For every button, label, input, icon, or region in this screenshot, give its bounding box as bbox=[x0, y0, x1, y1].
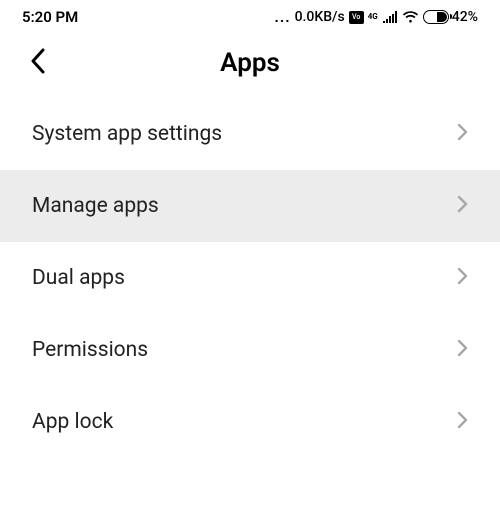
list-item-label: Dual apps bbox=[32, 266, 125, 290]
chevron-right-icon bbox=[457, 123, 468, 145]
list-item[interactable]: Manage apps bbox=[0, 170, 500, 242]
network-type-icon: 4G bbox=[368, 13, 378, 21]
more-icon: ... bbox=[275, 8, 291, 26]
chevron-right-icon bbox=[457, 411, 468, 433]
battery-percent: 42% bbox=[452, 9, 478, 25]
settings-list: System app settings Manage apps Dual apps P… bbox=[0, 98, 500, 458]
signal-icon bbox=[382, 11, 398, 23]
list-item[interactable]: Permissions bbox=[0, 314, 500, 386]
chevron-right-icon bbox=[457, 195, 468, 217]
list-item[interactable]: Dual apps bbox=[0, 242, 500, 314]
network-speed: 0.0KB/s bbox=[295, 9, 345, 25]
chevron-right-icon bbox=[457, 267, 468, 289]
list-item[interactable]: App lock bbox=[0, 386, 500, 458]
battery-indicator: 42% bbox=[423, 9, 478, 25]
battery-icon bbox=[423, 10, 449, 24]
page-title: Apps bbox=[22, 48, 478, 78]
list-item-label: App lock bbox=[32, 410, 113, 434]
chevron-right-icon bbox=[457, 339, 468, 361]
list-item-label: Manage apps bbox=[32, 194, 159, 218]
list-item-label: System app settings bbox=[32, 122, 222, 146]
volte-icon: Vo bbox=[349, 11, 364, 24]
page-header: Apps bbox=[0, 30, 500, 98]
status-right: ... 0.0KB/s Vo 4G 42% bbox=[275, 8, 479, 26]
list-item[interactable]: System app settings bbox=[0, 98, 500, 170]
status-bar: 5:20 PM ... 0.0KB/s Vo 4G 42% bbox=[0, 0, 500, 30]
list-item-label: Permissions bbox=[32, 338, 148, 362]
status-time: 5:20 PM bbox=[22, 8, 78, 26]
chevron-left-icon bbox=[30, 48, 46, 74]
wifi-icon bbox=[402, 11, 419, 24]
back-button[interactable] bbox=[30, 48, 46, 78]
